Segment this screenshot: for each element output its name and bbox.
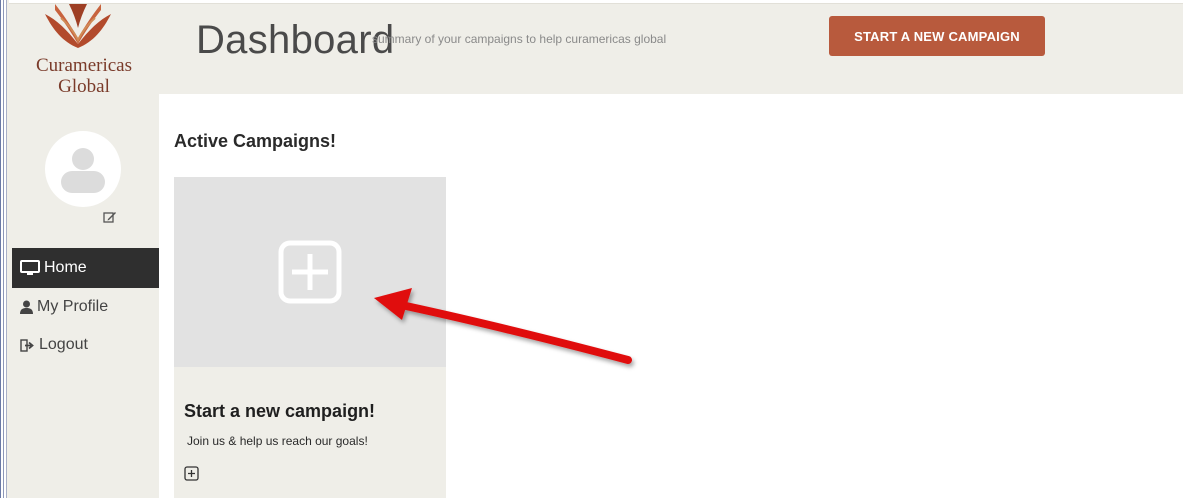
sidebar-item-home[interactable]: Home: [12, 248, 159, 288]
user-icon: [20, 300, 33, 314]
page-subtitle: summary of your campaigns to help curame…: [372, 32, 667, 46]
brand-name-line1: Curamericas: [35, 55, 132, 76]
brand-name-line2: Global: [58, 76, 110, 97]
start-new-campaign-button[interactable]: START A NEW CAMPAIGN: [829, 16, 1045, 56]
sidebar-item-logout[interactable]: Logout: [12, 326, 159, 364]
sidebar-item-label: Logout: [39, 336, 88, 353]
sidebar-item-label: My Profile: [37, 298, 109, 315]
plus-square-icon[interactable]: [184, 466, 199, 481]
user-avatar-icon[interactable]: [45, 131, 121, 207]
lotus-logo-icon: [45, 4, 111, 48]
sidebar: Curamericas Global Home My Profile Logou…: [9, 4, 159, 498]
sidebar-item-my-profile[interactable]: My Profile: [12, 288, 159, 326]
card-description: Join us & help us reach our goals!: [187, 434, 368, 448]
plus-square-icon[interactable]: [278, 240, 342, 304]
window-frame-left: [0, 0, 9, 498]
brand-logo[interactable]: Curamericas Global: [9, 4, 159, 104]
page-title: Dashboard: [196, 18, 395, 62]
page-header: Dashboard summary of your campaigns to h…: [159, 4, 1183, 94]
sidebar-item-label: Home: [44, 259, 87, 276]
annotation-arrow: [374, 288, 632, 364]
card-title: Start a new campaign!: [184, 401, 376, 421]
section-title: Active Campaigns!: [174, 131, 337, 151]
sidebar-nav: Home My Profile Logout: [12, 248, 159, 364]
monitor-icon: [20, 260, 40, 275]
sign-out-icon: [20, 338, 34, 352]
edit-icon[interactable]: [103, 210, 117, 224]
